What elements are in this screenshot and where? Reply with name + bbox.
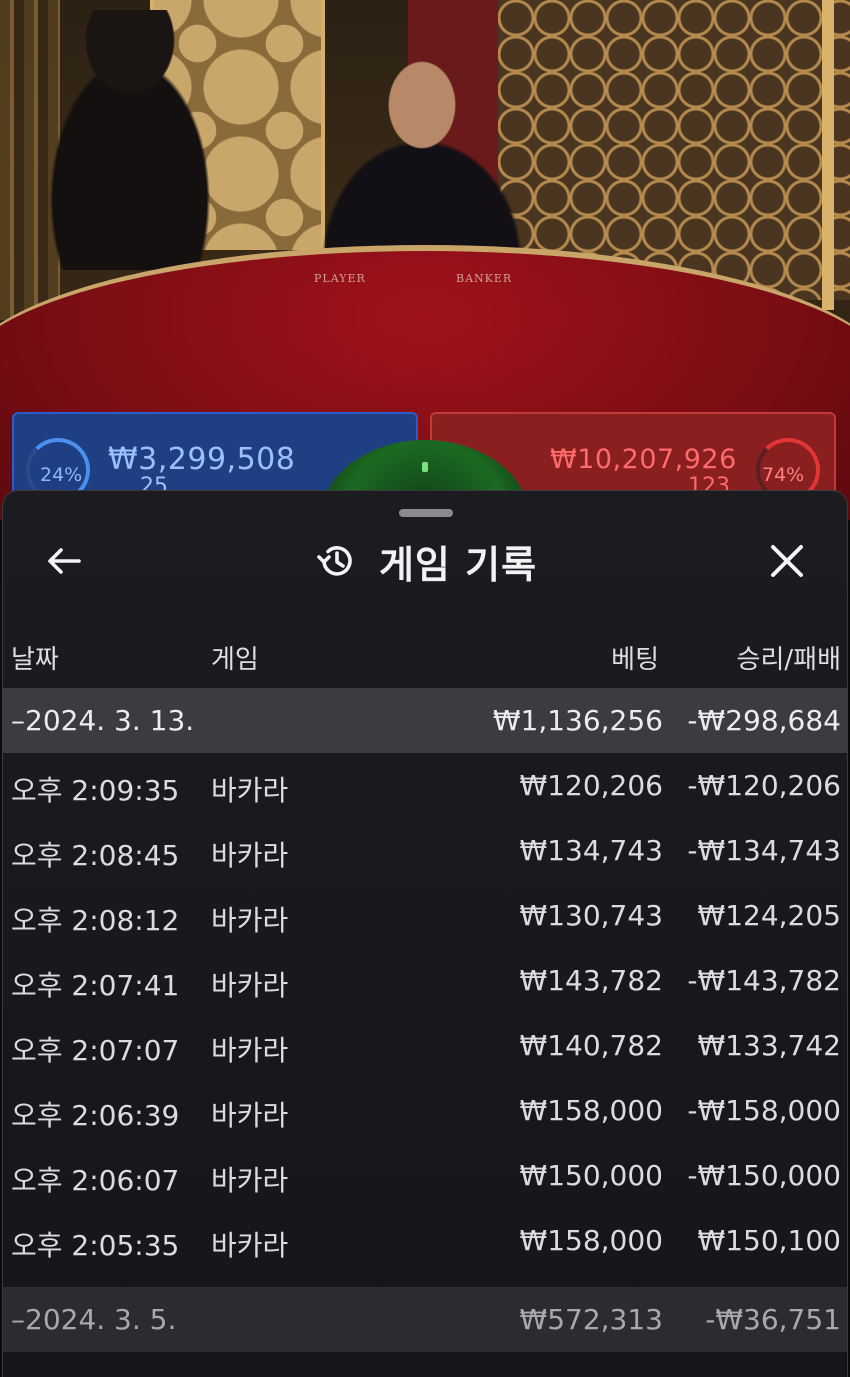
row-time: 오후 2:06:39	[11, 1099, 180, 1132]
row-result: -₩158,000	[687, 1094, 841, 1127]
page-title: 게임 기록	[378, 542, 538, 587]
history-row[interactable]: 오후 2:06:39 바카라 ₩158,000 -₩158,000	[3, 1078, 847, 1143]
table-banker-label: BANKER	[456, 272, 513, 285]
row-result: ₩133,742	[697, 1029, 841, 1062]
history-row[interactable]: 오후 2:06:07 바카라 ₩150,000 -₩150,000	[3, 1143, 847, 1208]
banker-total-amount: ₩10,207,926	[550, 444, 737, 475]
gold-pillar	[822, 0, 834, 310]
row-game: 바카라	[211, 1229, 289, 1262]
player-total-amount: ₩3,299,508	[108, 442, 296, 477]
sheet-header: 게임 기록	[3, 531, 847, 591]
row-time: 오후 2:08:12	[11, 904, 180, 937]
group-bet-total: ₩1,136,256	[492, 704, 663, 737]
row-game: 바카라	[211, 1034, 289, 1067]
row-time: 오후 2:05:35	[11, 1229, 180, 1262]
dealer-left	[40, 10, 220, 270]
row-game: 바카라	[211, 1164, 289, 1197]
date-group-header[interactable]: –2024. 3. 5. ₩572,313 -₩36,751	[3, 1287, 847, 1352]
close-icon	[771, 545, 803, 577]
group-date: –2024. 3. 5.	[11, 1303, 177, 1336]
row-bet: ₩120,206	[519, 769, 663, 802]
back-button[interactable]	[43, 539, 87, 583]
group-result-total: -₩298,684	[687, 704, 841, 737]
row-time: 오후 2:09:35	[11, 774, 180, 807]
player-percent: 24%	[40, 464, 83, 486]
group-date: –2024. 3. 13.	[11, 704, 195, 737]
row-bet: ₩150,000	[519, 1159, 663, 1192]
arrow-left-icon	[48, 548, 81, 574]
row-result: ₩150,100	[697, 1224, 841, 1257]
banker-percent: 74%	[762, 464, 805, 486]
row-result: -₩120,206	[687, 769, 841, 802]
row-game: 바카라	[211, 774, 289, 807]
close-button[interactable]	[765, 539, 809, 583]
row-bet: ₩158,000	[519, 1094, 663, 1127]
group-result-total: -₩36,751	[705, 1303, 841, 1336]
history-clock-icon	[317, 546, 352, 576]
group-bet-total: ₩572,313	[519, 1303, 663, 1336]
row-result: -₩143,782	[687, 964, 841, 997]
history-row[interactable]: 오후 2:07:41 바카라 ₩143,782 -₩143,782	[3, 948, 847, 1013]
row-time: 오후 2:07:07	[11, 1034, 180, 1067]
history-row[interactable]: 오후 2:08:45 바카라 ₩134,743 -₩134,743	[3, 818, 847, 883]
row-game: 바카라	[211, 969, 289, 1002]
row-bet: ₩130,743	[519, 899, 663, 932]
row-result: ₩124,205	[697, 899, 841, 932]
row-time: 오후 2:07:41	[11, 969, 180, 1002]
history-row[interactable]: 오후 2:09:35 바카라 ₩120,206 -₩120,206	[3, 753, 847, 818]
row-game: 바카라	[211, 904, 289, 937]
column-bet: 베팅	[611, 645, 659, 675]
history-row[interactable]: 오후 2:07:07 바카라 ₩140,782 ₩133,742	[3, 1013, 847, 1078]
row-game: 바카라	[211, 839, 289, 872]
column-headers: 날짜 게임 베팅 승리/패배	[3, 639, 847, 675]
row-bet: ₩158,000	[519, 1224, 663, 1257]
game-history-sheet: 게임 기록 날짜 게임 베팅 승리/패배 –2024. 3. 13. ₩1,13…	[2, 490, 848, 1377]
column-date: 날짜	[11, 645, 59, 675]
row-result: -₩150,000	[687, 1159, 841, 1192]
column-result: 승리/패배	[736, 645, 841, 675]
row-bet: ₩140,782	[519, 1029, 663, 1062]
row-bet: ₩134,743	[519, 834, 663, 867]
row-time: 오후 2:08:45	[11, 839, 180, 872]
row-game: 바카라	[211, 1099, 289, 1132]
column-game: 게임	[211, 645, 259, 675]
row-result: -₩134,743	[687, 834, 841, 867]
drag-handle[interactable]	[399, 509, 453, 517]
row-bet: ₩143,782	[519, 964, 663, 997]
timer-indicator	[422, 462, 428, 472]
row-time: 오후 2:06:07	[11, 1164, 180, 1197]
history-row[interactable]: 오후 2:08:12 바카라 ₩130,743 ₩124,205	[3, 883, 847, 948]
table-player-label: PLAYER	[314, 272, 366, 285]
date-group-header[interactable]: –2024. 3. 13. ₩1,136,256 -₩298,684	[3, 688, 847, 753]
history-row[interactable]: 오후 2:05:35 바카라 ₩158,000 ₩150,100	[3, 1208, 847, 1273]
